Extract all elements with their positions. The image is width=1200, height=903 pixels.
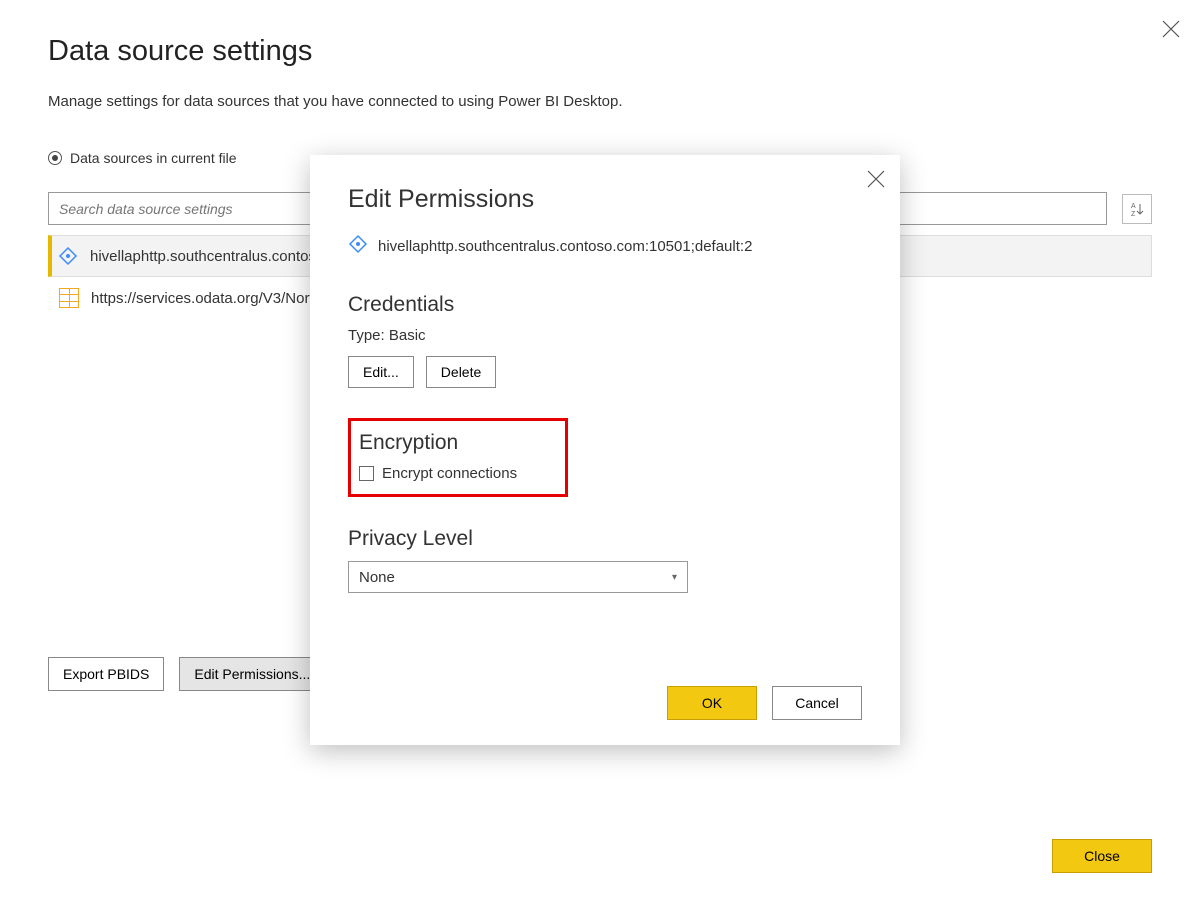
dialog-button-row: OK Cancel xyxy=(667,686,862,720)
radio-icon xyxy=(48,151,62,165)
dialog-source-row: hivellaphttp.southcentralus.contoso.com:… xyxy=(348,234,862,258)
encryption-highlight: Encryption Encrypt connections xyxy=(348,418,568,497)
dialog-title: Edit Permissions xyxy=(348,185,862,214)
data-source-settings-window: Data source settings Manage settings for… xyxy=(0,0,1200,903)
close-button[interactable]: Close xyxy=(1052,839,1152,873)
credentials-buttons: Edit... Delete xyxy=(348,356,862,388)
credentials-edit-button[interactable]: Edit... xyxy=(348,356,414,388)
dialog-close-icon[interactable] xyxy=(867,170,885,188)
edit-permissions-button[interactable]: Edit Permissions... xyxy=(179,657,325,691)
checkbox-icon xyxy=(359,466,374,481)
dialog-source-label: hivellaphttp.southcentralus.contoso.com:… xyxy=(378,238,752,255)
privacy-level-select[interactable]: None ▾ xyxy=(348,561,688,593)
credentials-type: Type: Basic xyxy=(348,327,862,344)
odata-icon xyxy=(59,288,79,308)
hive-icon xyxy=(348,234,368,258)
credentials-delete-button[interactable]: Delete xyxy=(426,356,496,388)
sort-button[interactable]: A Z xyxy=(1122,194,1152,224)
radio-label: Data sources in current file xyxy=(70,150,237,166)
credentials-heading: Credentials xyxy=(348,293,862,317)
privacy-level-value: None xyxy=(359,569,395,586)
page-title: Data source settings xyxy=(48,35,1152,68)
encrypt-connections-label: Encrypt connections xyxy=(382,465,517,482)
svg-text:Z: Z xyxy=(1131,211,1136,217)
page-subtitle: Manage settings for data sources that yo… xyxy=(48,93,1152,110)
cancel-button[interactable]: Cancel xyxy=(772,686,862,720)
export-pbids-button[interactable]: Export PBIDS xyxy=(48,657,164,691)
window-close-icon[interactable] xyxy=(1162,20,1180,38)
hive-icon xyxy=(58,246,78,266)
svg-text:A: A xyxy=(1131,203,1136,210)
privacy-heading: Privacy Level xyxy=(348,527,862,551)
ok-button[interactable]: OK xyxy=(667,686,757,720)
encrypt-connections-checkbox-row[interactable]: Encrypt connections xyxy=(359,465,557,482)
edit-permissions-dialog: Edit Permissions hivellaphttp.southcentr… xyxy=(310,155,900,745)
close-row: Close xyxy=(1052,839,1152,873)
chevron-down-icon: ▾ xyxy=(672,572,677,583)
encryption-heading: Encryption xyxy=(359,431,557,455)
